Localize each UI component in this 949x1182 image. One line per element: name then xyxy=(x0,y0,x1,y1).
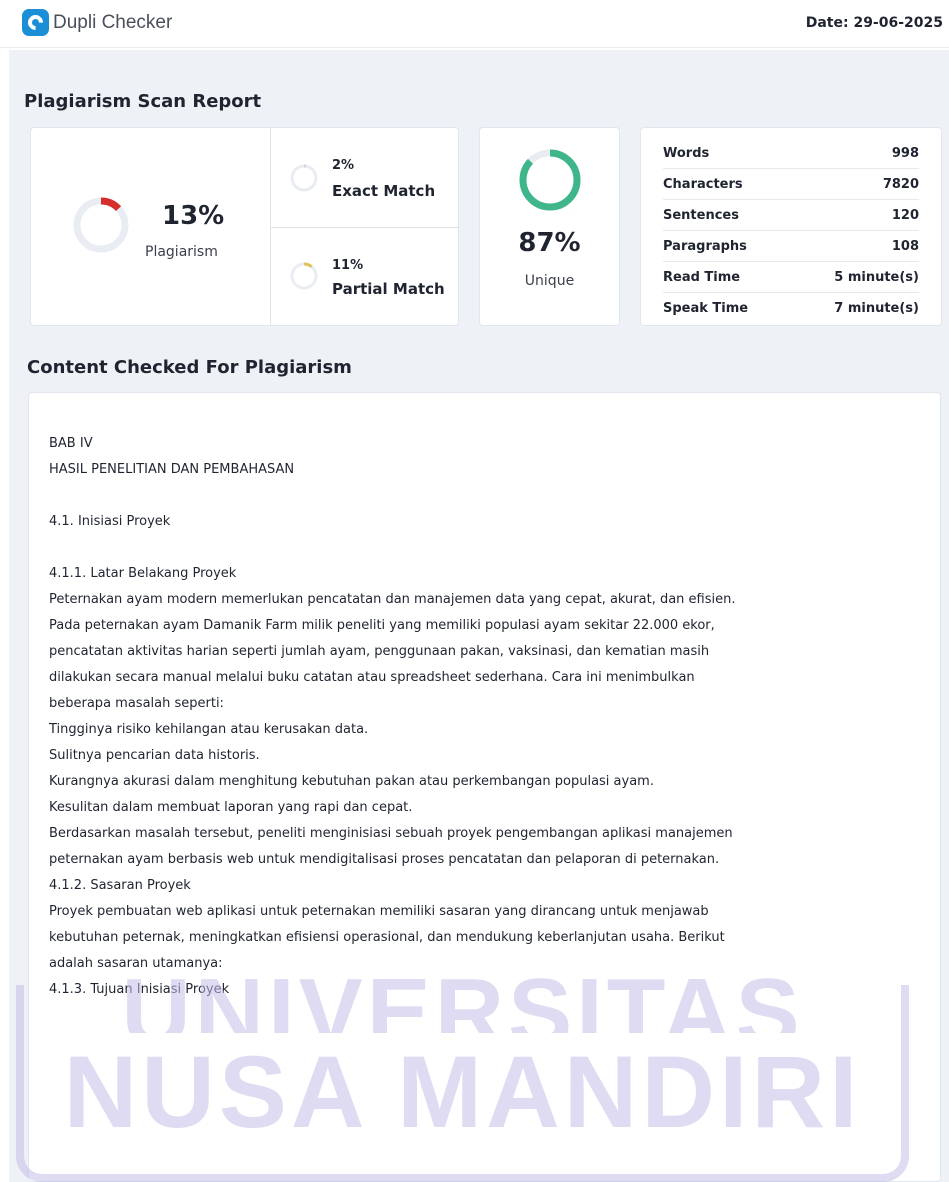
content-line: Tingginya risiko kehilangan atau kerusak… xyxy=(49,722,369,737)
card-divider-horizontal xyxy=(271,227,459,228)
stat-row-characters: Characters 7820 xyxy=(663,169,919,200)
content-line: Kurangnya akurasi dalam menghitung kebut… xyxy=(49,774,654,789)
stat-row-speak-time: Speak Time 7 minute(s) xyxy=(663,293,919,324)
content-line: kebutuhan peternak, meningkatkan efisien… xyxy=(49,930,725,945)
content-line: peternakan ayam berbasis web untuk mendi… xyxy=(49,852,720,867)
content-title: Content Checked For Plagiarism xyxy=(27,357,352,378)
exact-match-ring xyxy=(290,164,318,192)
content-line: HASIL PENELITIAN DAN PEMBAHASAN xyxy=(49,462,295,477)
content-text: BAB IV HASIL PENELITIAN DAN PEMBAHASAN 4.1… xyxy=(49,431,919,1003)
stat-value: 7 minute(s) xyxy=(834,301,919,316)
stat-value: 998 xyxy=(891,145,919,161)
stat-label: Words xyxy=(663,145,710,161)
stat-label: Speak Time xyxy=(663,301,749,316)
content-line: beberapa masalah seperti: xyxy=(49,696,224,711)
content-blank-line xyxy=(49,535,919,561)
content-line: 4.1. Inisiasi Proyek xyxy=(49,514,171,529)
unique-percent: 87% xyxy=(518,228,581,258)
stat-row-paragraphs: Paragraphs 108 xyxy=(663,231,919,262)
exact-match-label: Exact Match xyxy=(332,182,436,200)
unique-ring xyxy=(519,149,581,211)
stats-card: Words 998 Characters 7820 Sentences 120 … xyxy=(640,127,942,326)
partial-ring-track xyxy=(290,262,318,290)
top-bar: Dupli Checker Date: 29-06-2025 xyxy=(0,0,949,48)
stat-row-words: Words 998 xyxy=(663,138,919,169)
plagiarism-ring xyxy=(73,197,129,253)
content-line: Sulitnya pencarian data historis. xyxy=(49,748,260,763)
unique-card: 87% Unique xyxy=(479,127,620,326)
logo[interactable]: Dupli Checker xyxy=(22,9,172,36)
stat-row-read-time: Read Time 5 minute(s) xyxy=(663,262,919,293)
content-line: Pada peternakan ayam Damanik Farm milik … xyxy=(49,618,715,633)
partial-match-percent: 11% xyxy=(332,258,364,273)
plagiarism-card: 13% Plagiarism 2% Exact Match 11% Partia… xyxy=(30,127,459,326)
stat-label: Read Time xyxy=(663,269,741,285)
plagiarism-percent: 13% xyxy=(162,201,225,231)
stat-label: Characters xyxy=(663,176,743,192)
logo-icon xyxy=(22,9,49,36)
content-line: 4.1.1. Latar Belakang Proyek xyxy=(49,566,237,581)
stat-label: Paragraphs xyxy=(663,238,747,254)
content-line: Kesulitan dalam membuat laporan yang rap… xyxy=(49,800,413,815)
exact-ring-track xyxy=(290,164,318,192)
stat-value: 7820 xyxy=(882,176,919,192)
unique-label: Unique xyxy=(524,273,575,289)
plagiarism-label: Plagiarism xyxy=(145,244,218,260)
content-line: 4.1.2. Sasaran Proyek xyxy=(49,878,191,893)
content-line: Peternakan ayam modern memerlukan pencat… xyxy=(49,592,736,607)
stat-row-sentences: Sentences 120 xyxy=(663,200,919,231)
report-title: Plagiarism Scan Report xyxy=(24,91,262,112)
content-line: dilakukan secara manual melalui buku cat… xyxy=(49,670,695,685)
stat-value: 108 xyxy=(891,238,919,254)
stat-value: 120 xyxy=(891,207,919,223)
stat-value: 5 minute(s) xyxy=(834,269,919,285)
stat-label: Sentences xyxy=(663,207,739,223)
content-line: pencatatan aktivitas harian seperti juml… xyxy=(49,644,710,659)
report-date: Date: 29-06-2025 xyxy=(805,15,943,31)
content-line: adalah sasaran utamanya: xyxy=(49,956,223,971)
exact-match-percent: 2% xyxy=(332,158,355,173)
content-box[interactable]: BAB IV HASIL PENELITIAN DAN PEMBAHASAN 4.1… xyxy=(28,392,941,1182)
content-line: Berdasarkan masalah tersebut, peneliti m… xyxy=(49,826,733,841)
content-blank-line xyxy=(49,483,919,509)
content-line: Proyek pembuatan web aplikasi untuk pete… xyxy=(49,904,709,919)
content-line: BAB IV xyxy=(49,436,93,451)
logo-text: Dupli Checker xyxy=(53,11,173,33)
partial-match-ring xyxy=(290,262,318,290)
partial-match-label: Partial Match xyxy=(332,280,445,298)
content-line: 4.1.3. Tujuan Inisiasi Proyek xyxy=(49,982,230,997)
